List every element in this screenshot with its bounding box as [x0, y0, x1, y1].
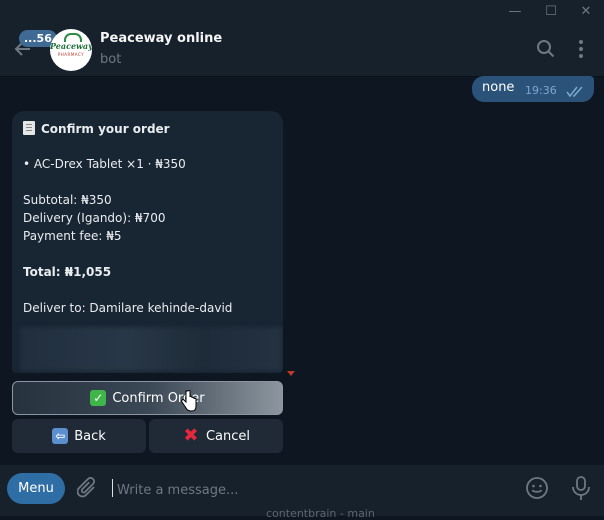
text-caret: [112, 479, 113, 497]
order-heading: Confirm your order: [23, 121, 170, 136]
close-window-button[interactable]: ✕: [571, 2, 601, 22]
taskbar-hint-text: contentbrain - main: [266, 507, 375, 520]
cross-mark-icon: ✖: [183, 425, 199, 446]
outgoing-message[interactable]: none 19:36: [472, 76, 594, 102]
scroll-marker-icon: [287, 371, 295, 376]
outgoing-message-text: none: [482, 80, 515, 95]
attach-paperclip-icon[interactable]: [76, 476, 99, 505]
more-options-icon[interactable]: [573, 38, 597, 62]
order-total: Total: ₦1,055: [23, 265, 112, 279]
message-input[interactable]: [115, 478, 499, 502]
order-subtotal: Subtotal: ₦350: [23, 193, 112, 207]
cancel-label: Cancel: [205, 428, 251, 444]
hand-cursor-icon: [181, 389, 197, 416]
order-heading-text: Confirm your order: [41, 122, 170, 136]
maximize-button[interactable]: ☐: [536, 2, 566, 22]
back-label: Back: [74, 428, 106, 444]
cancel-button[interactable]: ✖ Cancel: [149, 419, 283, 453]
avatar-brand: Peaceway: [50, 41, 92, 51]
emoji-icon[interactable]: [525, 476, 549, 504]
order-item: • AC-Drex Tablet ×1 · ₦350: [23, 157, 186, 171]
unread-prefix: ...: [24, 32, 37, 45]
minimize-button[interactable]: —: [500, 2, 530, 22]
confirm-order-button[interactable]: ✓ Confirm Order: [12, 381, 283, 415]
receipt-icon: [23, 121, 35, 135]
search-icon[interactable]: [535, 38, 559, 62]
back-button[interactable]: ⇦ Back: [12, 419, 146, 453]
order-payment-fee: Payment fee: ₦5: [23, 229, 122, 243]
chat-title[interactable]: Peaceway online: [100, 31, 222, 46]
order-deliver-to: Deliver to: Damilare kehinde-david: [23, 301, 233, 315]
check-mark-icon: ✓: [90, 390, 107, 406]
back-arrow-emoji-icon: ⇦: [52, 428, 69, 444]
bot-menu-button[interactable]: Menu: [7, 473, 65, 504]
redacted-address: [20, 327, 282, 371]
order-message[interactable]: Confirm your order • AC-Drex Tablet ×1 ·…: [12, 111, 283, 373]
avatar-tagline: PHARMACY: [57, 52, 85, 57]
chat-header: ...56 Peaceway PHARMACY Peaceway online …: [0, 24, 604, 77]
microphone-icon[interactable]: [570, 475, 592, 505]
outgoing-message-time: 19:36: [525, 84, 557, 97]
bot-avatar[interactable]: Peaceway PHARMACY: [50, 29, 92, 71]
chat-subtitle: bot: [100, 52, 122, 67]
order-delivery: Delivery (Igando): ₦700: [23, 211, 166, 225]
window-titlebar: — ☐ ✕: [0, 0, 604, 24]
double-check-icon: [566, 83, 584, 102]
